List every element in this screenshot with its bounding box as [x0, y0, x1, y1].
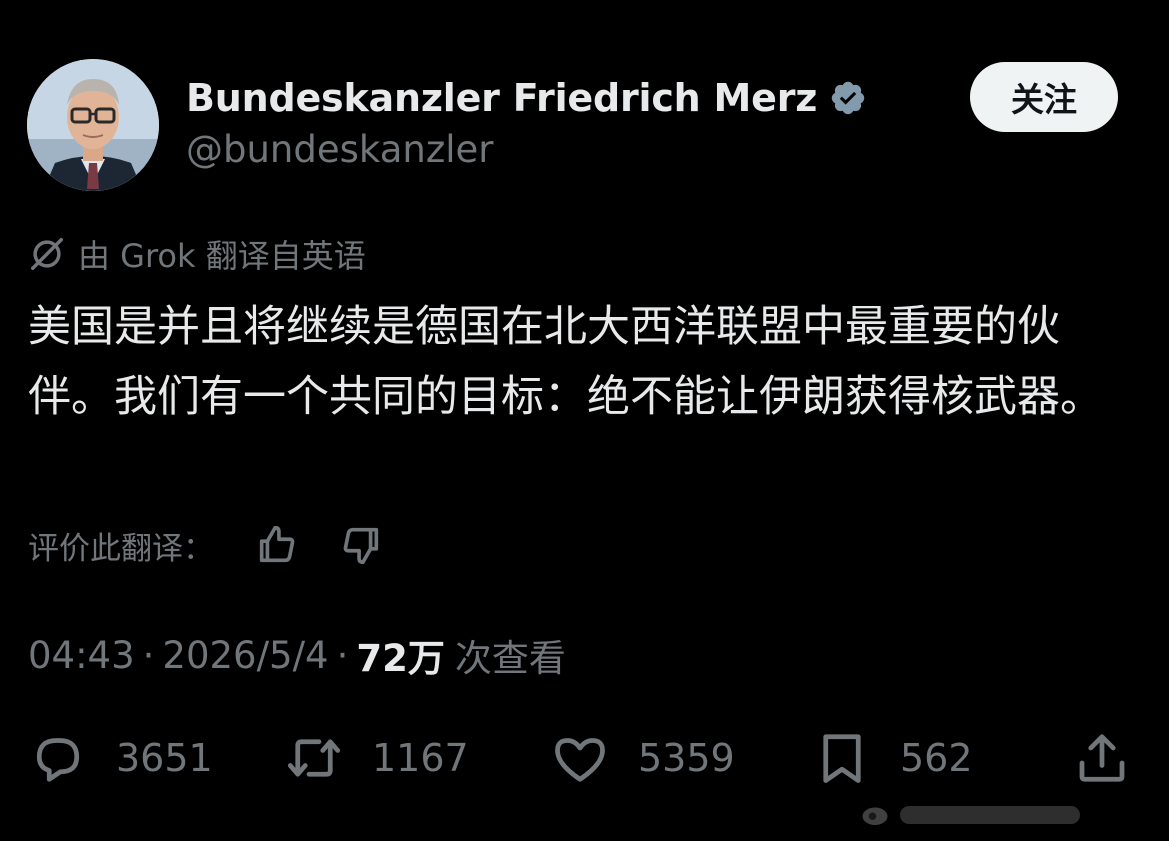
action-bar: 3651 1167 5359 562: [0, 725, 1169, 791]
tweet-meta: 04:43 · 2026/5/4 · 72万 次查看: [28, 628, 566, 682]
watermark-text-bar: [900, 806, 1080, 824]
heart-icon: [555, 738, 605, 782]
tweet-time[interactable]: 04:43: [28, 634, 135, 677]
tweet-text: 美国是并且将继续是德国在北大西洋联盟中最重要的伙伴。我们有一个共同的目标：绝不能…: [28, 302, 1103, 422]
meta-separator: ·: [142, 633, 155, 677]
avatar[interactable]: [27, 59, 159, 191]
thumbs-up-icon[interactable]: [254, 522, 300, 568]
watermark: [860, 800, 1130, 830]
reply-button[interactable]: 3651: [28, 725, 213, 791]
bookmark-icon: [823, 734, 861, 783]
verified-badge-icon: [831, 81, 865, 115]
bookmark-count: 562: [900, 736, 973, 780]
share-icon: [1079, 734, 1125, 782]
reply-icon: [36, 738, 80, 782]
views-count[interactable]: 72万: [356, 628, 445, 682]
follow-button[interactable]: 关注: [970, 62, 1118, 132]
reply-count: 3651: [116, 736, 213, 780]
bookmark-button[interactable]: 562: [812, 725, 973, 791]
watermark-logo-icon: [862, 807, 888, 825]
author-handle[interactable]: @bundeskanzler: [186, 128, 494, 171]
repost-button[interactable]: 1167: [284, 725, 469, 791]
avatar-image: [27, 59, 159, 191]
rate-translation-row: 评价此翻译：: [28, 520, 384, 570]
repost-icon: [287, 739, 341, 777]
translation-notice: 由 Grok 翻译自英语: [28, 232, 366, 276]
translation-notice-label: 由 Grok 翻译自英语: [78, 237, 366, 275]
repost-count: 1167: [372, 736, 469, 780]
meta-separator: ·: [336, 633, 349, 677]
author-display-name[interactable]: Bundeskanzler Friedrich Merz: [186, 76, 817, 120]
views-label: 次查看: [454, 637, 566, 680]
grok-icon: [31, 238, 63, 270]
like-count: 5359: [638, 736, 735, 780]
tweet-date[interactable]: 2026/5/4: [162, 634, 328, 677]
rate-translation-label: 评价此翻译：: [28, 530, 214, 567]
share-button[interactable]: [1072, 725, 1132, 791]
like-button[interactable]: 5359: [550, 725, 735, 791]
author-name-row[interactable]: Bundeskanzler Friedrich Merz: [186, 73, 867, 123]
thumbs-down-icon[interactable]: [338, 522, 384, 568]
